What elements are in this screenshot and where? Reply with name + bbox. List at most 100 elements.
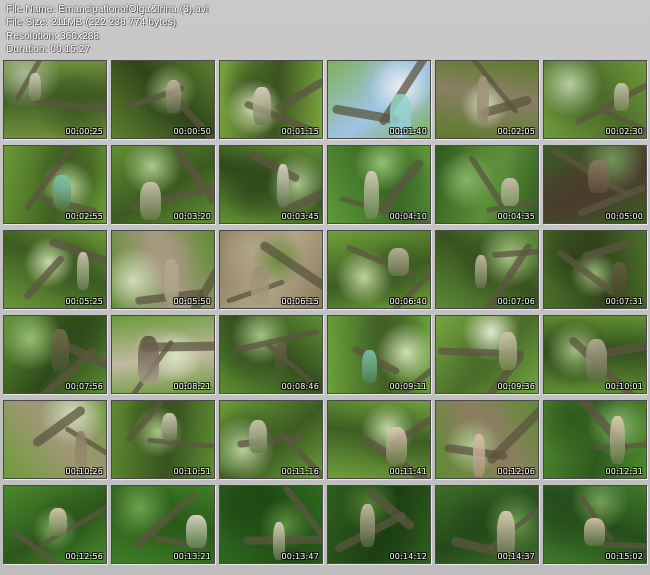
video-thumbnail[interactable]: 00:08:46	[219, 315, 323, 394]
video-thumbnail[interactable]: 00:09:11	[327, 315, 431, 394]
figure-shape	[362, 350, 377, 383]
video-thumbnail[interactable]: 00:01:15	[219, 60, 323, 139]
video-thumbnail[interactable]: 00:05:00	[543, 145, 647, 224]
video-thumbnail[interactable]: 00:10:26	[3, 400, 107, 479]
timestamp-label: 00:14:37	[497, 552, 535, 561]
figure-shape	[140, 182, 161, 220]
figure-shape	[49, 508, 67, 536]
timestamp-label: 00:09:11	[389, 382, 427, 391]
figure-shape	[29, 73, 41, 101]
timestamp-label: 00:06:40	[389, 297, 427, 306]
figure-shape	[501, 178, 519, 206]
video-thumbnail[interactable]: 00:03:20	[111, 145, 215, 224]
figure-shape	[477, 76, 489, 124]
timestamp-label: 00:06:15	[281, 297, 319, 306]
figure-shape	[386, 427, 407, 465]
file-size-text: File Size: 211MB (222 238 774 bytes)	[6, 17, 177, 29]
timestamp-label: 00:00:25	[65, 127, 103, 136]
video-thumbnail[interactable]: 00:14:12	[327, 485, 431, 564]
file-name-text: File Name: EmancipationofOlga&Irina (3).…	[6, 4, 209, 15]
video-thumbnail[interactable]: 00:04:10	[327, 145, 431, 224]
figure-shape	[251, 266, 269, 308]
video-thumbnail[interactable]: 00:10:51	[111, 400, 215, 479]
figure-shape	[588, 160, 609, 193]
timestamp-label: 00:04:35	[497, 212, 535, 221]
figure-shape	[53, 175, 71, 208]
video-thumbnail[interactable]: 00:13:21	[111, 485, 215, 564]
figure-shape	[614, 83, 629, 111]
video-thumbnail[interactable]: 00:05:50	[111, 230, 215, 309]
video-thumbnail[interactable]: 00:02:05	[435, 60, 539, 139]
video-thumbnail[interactable]: 00:00:25	[3, 60, 107, 139]
figure-shape	[275, 343, 287, 371]
timestamp-label: 00:07:31	[605, 297, 643, 306]
figure-shape	[249, 420, 267, 453]
video-thumbnail[interactable]: 00:05:25	[3, 230, 107, 309]
video-thumbnail[interactable]: 00:12:56	[3, 485, 107, 564]
timestamp-label: 00:11:41	[389, 467, 427, 476]
timestamp-label: 00:13:21	[173, 552, 211, 561]
video-thumbnail[interactable]: 00:11:41	[327, 400, 431, 479]
figure-shape	[499, 332, 517, 370]
figure-shape	[166, 80, 181, 113]
video-thumbnail[interactable]: 00:13:47	[219, 485, 323, 564]
timestamp-label: 00:08:46	[281, 382, 319, 391]
figure-shape	[475, 255, 487, 288]
timestamp-label: 00:15:02	[605, 552, 643, 561]
timestamp-label: 00:00:50	[173, 127, 211, 136]
figure-shape	[138, 336, 159, 384]
file-info-header: File Name: EmancipationofOlga&Irina (3).…	[6, 3, 208, 57]
timestamp-label: 00:05:25	[65, 297, 103, 306]
video-thumbnail[interactable]: 00:06:15	[219, 230, 323, 309]
video-thumbnail[interactable]: 00:02:55	[3, 145, 107, 224]
timestamp-label: 00:05:50	[173, 297, 211, 306]
figure-shape	[473, 434, 485, 477]
timestamp-label: 00:12:31	[605, 467, 643, 476]
timestamp-label: 00:07:56	[65, 382, 103, 391]
timestamp-label: 00:02:30	[605, 127, 643, 136]
timestamp-label: 00:12:06	[497, 467, 535, 476]
timestamp-label: 00:07:06	[497, 297, 535, 306]
video-thumbnail[interactable]: 00:14:37	[435, 485, 539, 564]
video-thumbnail[interactable]: 00:09:36	[435, 315, 539, 394]
video-thumbnail[interactable]: 00:15:02	[543, 485, 647, 564]
video-thumbnail[interactable]: 00:08:21	[111, 315, 215, 394]
video-thumbnail[interactable]: 00:11:16	[219, 400, 323, 479]
video-thumbnail[interactable]: 00:07:31	[543, 230, 647, 309]
video-thumbnail[interactable]: 00:03:45	[219, 145, 323, 224]
video-thumbnail[interactable]: 00:12:06	[435, 400, 539, 479]
figure-shape	[586, 339, 607, 382]
timestamp-label: 00:10:26	[65, 467, 103, 476]
timestamp-label: 00:02:05	[497, 127, 535, 136]
timestamp-label: 00:01:15	[281, 127, 319, 136]
figure-shape	[610, 416, 625, 464]
video-thumbnail[interactable]: 00:04:35	[435, 145, 539, 224]
timestamp-label: 00:03:20	[173, 212, 211, 221]
video-thumbnail[interactable]: 00:12:31	[543, 400, 647, 479]
figure-shape	[584, 518, 605, 546]
timestamp-label: 00:02:55	[65, 212, 103, 221]
timestamp-label: 00:11:16	[281, 467, 319, 476]
figure-shape	[612, 262, 627, 300]
timestamp-label: 00:10:01	[605, 382, 643, 391]
timestamp-label: 00:04:10	[389, 212, 427, 221]
video-thumbnail[interactable]: 00:02:30	[543, 60, 647, 139]
video-thumbnail[interactable]: 00:10:01	[543, 315, 647, 394]
timestamp-label: 00:03:45	[281, 212, 319, 221]
timestamp-label: 00:08:21	[173, 382, 211, 391]
figure-shape	[186, 515, 207, 548]
video-thumbnail[interactable]: 00:07:56	[3, 315, 107, 394]
timestamp-label: 00:09:36	[497, 382, 535, 391]
video-thumbnail[interactable]: 00:07:06	[435, 230, 539, 309]
figure-shape	[360, 504, 375, 547]
figure-shape	[164, 259, 179, 302]
timestamp-label: 00:13:47	[281, 552, 319, 561]
video-thumbnail[interactable]: 00:00:50	[111, 60, 215, 139]
timestamp-label: 00:01:40	[389, 127, 427, 136]
figure-shape	[51, 329, 69, 372]
video-thumbnail[interactable]: 00:06:40	[327, 230, 431, 309]
video-thumbnail[interactable]: 00:01:40	[327, 60, 431, 139]
resolution-text: Resolution: 360x288	[6, 30, 100, 42]
timestamp-label: 00:12:56	[65, 552, 103, 561]
duration-text: Duration: 00:15:27	[6, 44, 91, 56]
